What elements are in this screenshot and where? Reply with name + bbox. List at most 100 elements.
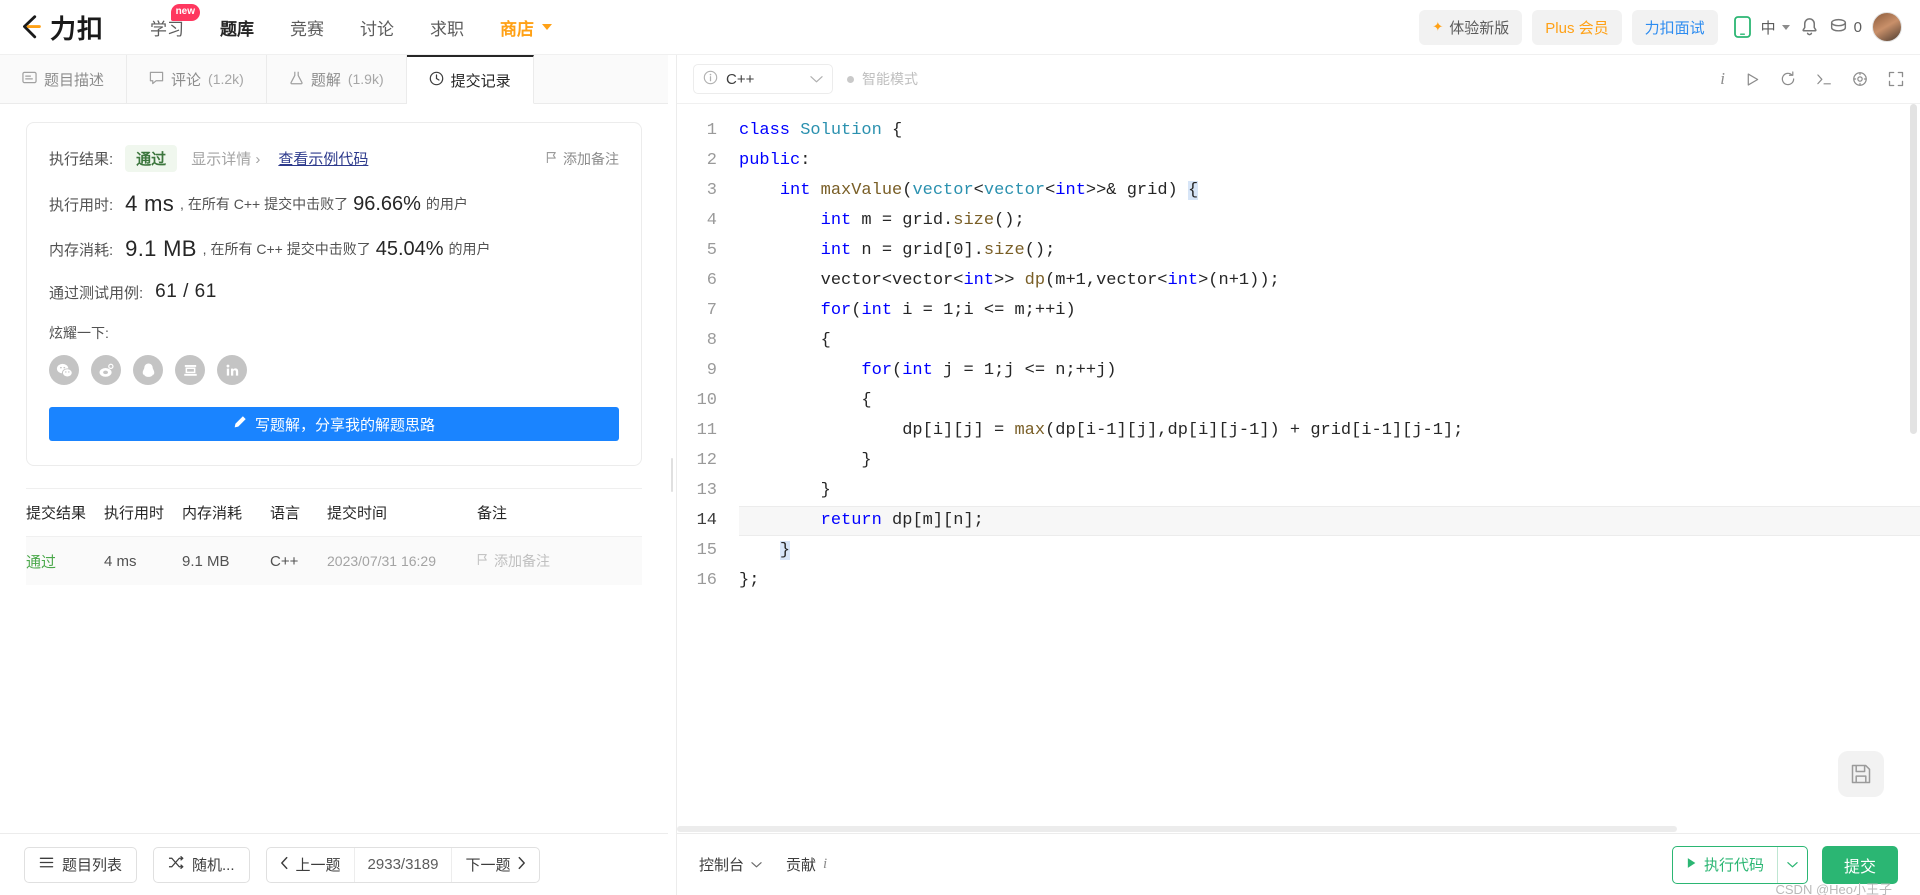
main-body: 题目描述 评论 (1.2k) 题解 (1.9k) 提交记录 执行结果: 通过 显… (0, 55, 1920, 895)
cell-add-note[interactable]: 添加备注 (477, 551, 642, 571)
flag-icon (477, 553, 488, 569)
panel-splitter[interactable] (668, 55, 676, 895)
code-line[interactable]: { (739, 386, 1920, 416)
view-sample-code-link[interactable]: 查看示例代码 (278, 148, 368, 169)
code-line[interactable]: for(int i = 1;i <= m;++i) (739, 296, 1920, 326)
logo-text: 力扣 (50, 13, 105, 44)
editor-vertical-scrollbar[interactable] (1909, 104, 1918, 833)
show-detail-link[interactable]: 显示详情 › (191, 148, 260, 169)
smart-mode-toggle[interactable]: 智能模式 (847, 69, 918, 89)
table-row[interactable]: 通过 4 ms 9.1 MB C++ 2023/07/31 16:29 添加备注 (26, 537, 642, 585)
fullscreen-icon[interactable] (1888, 71, 1904, 87)
mobile-icon[interactable] (1733, 16, 1751, 38)
random-problem-button[interactable]: 随机... (153, 846, 250, 883)
code-line[interactable]: { (739, 326, 1920, 356)
write-solution-button[interactable]: 写题解，分享我的解题思路 (49, 407, 619, 441)
linkedin-icon[interactable] (217, 355, 247, 385)
coin-counter[interactable]: 0 (1829, 16, 1862, 39)
code-line[interactable]: dp[i][j] = max(dp[i-1][j],dp[i][j-1]) + … (739, 416, 1920, 446)
left-content: 执行结果: 通过 显示详情 › 查看示例代码 添加备注 执行用时: 4 ms ,… (0, 104, 668, 833)
scrollbar-thumb[interactable] (677, 826, 1677, 832)
code-line[interactable]: }; (739, 566, 1920, 596)
memory-suffix: 的用户 (448, 241, 491, 257)
line-number: 3 (706, 181, 717, 200)
tab-submissions[interactable]: 提交记录 (406, 55, 534, 104)
avatar[interactable] (1872, 12, 1902, 42)
left-panel: 题目描述 评论 (1.2k) 题解 (1.9k) 提交记录 执行结果: 通过 显… (0, 55, 668, 895)
editor-horizontal-scrollbar[interactable] (677, 825, 1920, 833)
line-number: 9 (706, 361, 717, 380)
line-number: 14 (696, 511, 717, 530)
tab-description[interactable]: 题目描述 (0, 55, 128, 103)
code-line[interactable]: vector<vector<int>> dp(m+1,vector<int>(n… (739, 266, 1920, 296)
submit-button[interactable]: 提交 (1821, 845, 1898, 884)
plus-membership-button[interactable]: Plus 会员 (1532, 9, 1622, 45)
code-line[interactable]: public: (739, 146, 1920, 176)
code-line[interactable]: } (739, 536, 1920, 566)
language-select[interactable]: C++ (693, 64, 833, 94)
nav-item-contest[interactable]: 竞赛 (272, 9, 342, 46)
write-solution-label: 写题解，分享我的解题思路 (254, 416, 435, 434)
memory-percentile: 45.04% (375, 237, 444, 260)
status-badge: 通过 (125, 145, 178, 172)
nav-item-discuss[interactable]: 讨论 (342, 9, 412, 46)
prev-problem-button[interactable]: 上一题 (267, 848, 354, 882)
testcases-label: 通过测试用例: (49, 284, 144, 302)
nav-item-problems[interactable]: 题库 (202, 9, 272, 46)
flag-icon (546, 151, 557, 167)
line-number: 1 (706, 121, 717, 140)
runtime-row: 执行用时: 4 ms , 在所有 C++ 提交中击败了 96.66% 的用户 (49, 191, 619, 217)
leetcode-logo[interactable]: 力扣 (16, 9, 104, 46)
wechat-icon[interactable] (49, 355, 79, 385)
try-new-version-button[interactable]: ✦ 体验新版 (1419, 9, 1523, 45)
douban-icon[interactable] (175, 355, 205, 385)
line-number: 7 (706, 301, 717, 320)
next-problem-button[interactable]: 下一题 (452, 848, 539, 882)
code-line[interactable]: int m = grid.size(); (739, 206, 1920, 236)
save-icon[interactable] (1838, 751, 1884, 797)
chevron-down-icon[interactable] (1778, 861, 1807, 869)
chevron-left-icon (280, 856, 289, 874)
run-code-button[interactable]: 执行代码 (1671, 845, 1808, 884)
nav-item-study[interactable]: 学习 new (132, 3, 202, 46)
settings-icon[interactable] (1852, 71, 1868, 87)
nav-item-shop[interactable]: 商店 (482, 9, 570, 46)
runtime-value: 4 ms (125, 191, 175, 216)
tab-comments[interactable]: 评论 (1.2k) (127, 55, 267, 103)
code-line[interactable]: class Solution { (739, 116, 1920, 146)
add-note-button[interactable]: 添加备注 (546, 149, 619, 169)
problem-list-button[interactable]: 题目列表 (24, 846, 138, 883)
cell-result[interactable]: 通过 (26, 551, 104, 572)
language-selector[interactable]: 中 (1761, 17, 1790, 38)
code-line[interactable]: int n = grid[0].size(); (739, 236, 1920, 266)
leetcode-logo-icon (16, 12, 46, 42)
prev-label: 上一题 (295, 857, 341, 874)
share-row (49, 355, 619, 385)
tab-label: 题目描述 (44, 71, 105, 89)
console-button[interactable]: 控制台 (699, 854, 762, 875)
code-line[interactable]: for(int j = 1;j <= n;++j) (739, 356, 1920, 386)
code-line[interactable]: return dp[m][n]; (739, 506, 1920, 536)
reset-icon[interactable] (1780, 71, 1796, 87)
info-icon[interactable]: i (1720, 69, 1725, 89)
cell-time: 2023/07/31 16:29 (327, 553, 436, 569)
code-line[interactable]: int maxValue(vector<vector<int>>& grid) … (739, 176, 1920, 206)
info-icon: i (823, 856, 828, 872)
console-label: 控制台 (699, 857, 745, 874)
weibo-icon[interactable] (91, 355, 121, 385)
bell-icon[interactable] (1800, 17, 1819, 37)
interview-button[interactable]: 力扣面试 (1631, 9, 1718, 45)
play-icon[interactable] (1745, 72, 1760, 87)
code-line[interactable]: } (739, 446, 1920, 476)
code-line[interactable]: } (739, 476, 1920, 506)
code-editor[interactable]: 1 2 3 4 5 6 7 8 9 10 11 12 13 14 15 16 class Solution {… (677, 104, 1920, 833)
code-content[interactable]: class Solution {public: int maxValue(vec… (729, 104, 1920, 833)
scrollbar-thumb[interactable] (1910, 104, 1917, 434)
console-icon[interactable] (1816, 72, 1832, 87)
contribute-button[interactable]: 贡献 i (786, 854, 827, 875)
pencil-icon (233, 415, 247, 433)
nav-item-jobs[interactable]: 求职 (412, 9, 482, 46)
tab-solutions[interactable]: 题解 (1.9k) (267, 55, 407, 103)
qq-icon[interactable] (133, 355, 163, 385)
tab-count: (1.9k) (347, 71, 384, 87)
